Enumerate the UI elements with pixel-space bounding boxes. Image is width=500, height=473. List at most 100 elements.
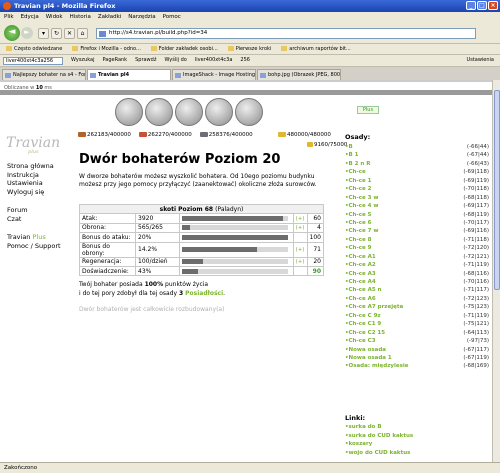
- village-item[interactable]: Ch-ce C2 15 (-64|113): [345, 329, 489, 337]
- menu-narzedzia[interactable]: Narzędzia: [128, 14, 155, 22]
- village-name[interactable]: Ch-ce C1 9: [345, 320, 382, 328]
- village-name[interactable]: Ch-ce A6: [345, 295, 376, 303]
- toolbar-search-button[interactable]: Wyszukaj: [71, 57, 94, 66]
- menu-home-link[interactable]: Strona główna: [7, 162, 61, 171]
- menu-widok[interactable]: Widok: [46, 14, 63, 22]
- stop-icon[interactable]: ✕: [64, 28, 75, 39]
- village-name[interactable]: Ch-ce 6: [345, 219, 372, 227]
- village-item[interactable]: B 1 (-67|44): [345, 151, 489, 159]
- menu-historia[interactable]: Historia: [70, 14, 91, 22]
- village-name[interactable]: B 2 n R: [345, 160, 371, 168]
- village-name[interactable]: Ch-ce C 9z: [345, 312, 381, 320]
- village-name[interactable]: Ch-ce 1: [345, 177, 372, 185]
- village-item[interactable]: Ch-ce A2 (-71|119): [345, 261, 489, 269]
- tab-image[interactable]: bohp.jpg (Obrazek JPEG, 800x494 pik...: [257, 69, 341, 80]
- tab-forum[interactable]: Najlepszy bohater na s4 - Forum Travi...: [2, 69, 86, 80]
- possessions-link[interactable]: Posiadłości: [185, 290, 223, 297]
- toolbar-pagerank[interactable]: PageRank: [102, 57, 127, 66]
- menu-chat-link[interactable]: Czat: [7, 215, 61, 224]
- village-name[interactable]: Ch-ce 4 w: [345, 202, 379, 210]
- bookmark-item[interactable]: archiwum raportów bit...: [281, 46, 350, 54]
- bookmark-item[interactable]: Pierwsze kroki: [228, 46, 272, 54]
- village-name[interactable]: Ch-ce 7 w: [345, 227, 379, 235]
- stat-increase-button[interactable]: (+): [292, 256, 308, 267]
- village-item[interactable]: Nowa osada (-67|117): [345, 346, 489, 354]
- minimize-button[interactable]: _: [466, 1, 476, 10]
- village-item[interactable]: Ch-ce 9 (-72|120): [345, 244, 489, 252]
- menu-logout-link[interactable]: Wyloguj się: [7, 188, 61, 197]
- village-center-icon[interactable]: [145, 98, 173, 126]
- village-item[interactable]: Ch-ce 3 w (-68|118): [345, 194, 489, 202]
- menu-travian-plus-link[interactable]: Travian Plus: [7, 233, 61, 242]
- menu-zakladki[interactable]: Zakładki: [98, 14, 121, 22]
- village-name[interactable]: Ch-ce A2: [345, 261, 376, 269]
- home-icon[interactable]: ⌂: [77, 28, 88, 39]
- toolbar-settings[interactable]: Ustawienia: [467, 57, 494, 66]
- stat-increase-button[interactable]: [292, 265, 308, 277]
- village-item[interactable]: Ch-ce A6 (-72|123): [345, 295, 489, 303]
- village-name[interactable]: Ch-ce 9: [345, 244, 372, 252]
- village-item[interactable]: Ch-ce A3 (-68|116): [345, 270, 489, 278]
- village-name[interactable]: Osada: międzylesie: [345, 362, 409, 370]
- village-item[interactable]: Ch-ce C 9z (-71|119): [345, 312, 489, 320]
- village-name[interactable]: Ch-ce 3 w: [345, 194, 379, 202]
- village-item[interactable]: Ch-ce 2 (-70|118): [345, 185, 489, 193]
- village-name[interactable]: Ch-ce A5 n: [345, 286, 382, 294]
- village-item[interactable]: Ch-ce A4 (-70|116): [345, 278, 489, 286]
- toolbar-check-button[interactable]: Sprawdź: [135, 57, 156, 66]
- village-item[interactable]: Nowa osada 1 (-67|119): [345, 354, 489, 362]
- village-name[interactable]: Nowa osada 1: [345, 354, 392, 362]
- toolbar-user[interactable]: liver400xt4c3a: [195, 57, 233, 66]
- village-item[interactable]: Ch-ce 6 (-70|117): [345, 219, 489, 227]
- link-item[interactable]: surka do CUD kaktus: [345, 432, 414, 441]
- stat-increase-button[interactable]: (+): [292, 241, 308, 258]
- village-overview-icon[interactable]: [115, 98, 143, 126]
- village-name[interactable]: B 1: [345, 151, 359, 159]
- village-item[interactable]: B (-66|44): [345, 143, 489, 151]
- village-item[interactable]: Ch-ce C3 (-97|73): [345, 337, 489, 345]
- tab-imageshack[interactable]: ImageShack - Image Hosting :: bohp.jpg: [172, 69, 256, 80]
- reports-icon[interactable]: [235, 98, 263, 126]
- village-name[interactable]: Ch-ce 8: [345, 236, 372, 244]
- close-button[interactable]: ×: [488, 1, 498, 10]
- link-item[interactable]: surka do B: [345, 423, 413, 432]
- menu-settings-link[interactable]: Ustawienia: [7, 179, 61, 188]
- village-item[interactable]: Ch-ce 5 (-68|119): [345, 211, 489, 219]
- village-item[interactable]: Ch-ce A7 przejęta (-75|123): [345, 303, 489, 311]
- menu-plik[interactable]: Plik: [4, 14, 14, 22]
- link-item[interactable]: koszary: [345, 440, 413, 449]
- menu-forum-link[interactable]: Forum: [7, 206, 61, 215]
- village-item[interactable]: Osada: międzylesie (-68|169): [345, 362, 489, 370]
- tab-travian[interactable]: Travian pl4: [87, 69, 171, 80]
- village-name[interactable]: Ch-ce A7 przejęta: [345, 303, 404, 311]
- maximize-button[interactable]: □: [477, 1, 487, 10]
- statistics-icon[interactable]: [205, 98, 233, 126]
- village-name[interactable]: Ch-ce 2: [345, 185, 372, 193]
- bookmark-item[interactable]: Folder zakładek osobi...: [151, 46, 218, 54]
- dropdown-history-icon[interactable]: ▾: [38, 28, 49, 39]
- bookmark-item[interactable]: Firefox i Mozilla - odno...: [72, 46, 140, 54]
- village-item[interactable]: Ch-ce 4 w (-69|117): [345, 202, 489, 210]
- back-button[interactable]: ◄: [4, 25, 20, 41]
- village-name[interactable]: Ch-ce A3: [345, 270, 376, 278]
- village-item[interactable]: Ch-ce A5 n (-71|117): [345, 286, 489, 294]
- toolbar-search-input[interactable]: liver400xt4c3a256: [3, 57, 63, 65]
- village-name[interactable]: Ch-ce: [345, 168, 366, 176]
- village-name[interactable]: Ch-ce 5: [345, 211, 372, 219]
- village-name[interactable]: Ch-ce A1: [345, 253, 376, 261]
- address-bar[interactable]: http://s4.travian.pl/build.php?id=34: [96, 28, 476, 39]
- village-item[interactable]: Ch-ce 8 (-71|118): [345, 236, 489, 244]
- stat-increase-button[interactable]: (+): [292, 222, 308, 234]
- map-icon[interactable]: [175, 98, 203, 126]
- village-item[interactable]: B 2 n R (-66|43): [345, 160, 489, 168]
- village-name[interactable]: B: [345, 143, 353, 151]
- link-item[interactable]: wojo do CUD kaktus: [345, 449, 413, 458]
- plus-button[interactable]: Plus: [357, 106, 379, 114]
- village-name[interactable]: Ch-ce C2 15: [345, 329, 386, 337]
- bookmark-item[interactable]: Często odwiedzane: [6, 46, 62, 54]
- menu-pomoc[interactable]: Pomoc: [163, 14, 181, 22]
- menu-support-link[interactable]: Pomoc / Support: [7, 242, 61, 251]
- toolbar-send-button[interactable]: Wyślij do: [164, 57, 186, 66]
- village-item[interactable]: Ch-ce C1 9 (-75|121): [345, 320, 489, 328]
- menu-edycja[interactable]: Edycja: [21, 14, 39, 22]
